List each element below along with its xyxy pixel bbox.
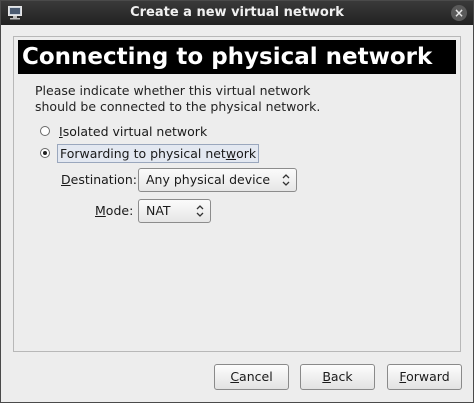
wizard-page: Connecting to physical network Please in… bbox=[13, 36, 461, 352]
dialog-window: Create a new virtual network × Connectin… bbox=[0, 0, 474, 403]
title-bar[interactable]: Create a new virtual network × bbox=[1, 1, 473, 25]
mode-value: NAT bbox=[146, 203, 171, 218]
description-line-2: should be connected to the physical netw… bbox=[35, 99, 321, 114]
page-banner: Connecting to physical network bbox=[18, 40, 456, 74]
up-down-arrows-icon bbox=[196, 205, 204, 217]
radio-isolated-indicator[interactable] bbox=[40, 126, 50, 136]
page-description: Please indicate whether this virtual net… bbox=[35, 83, 445, 115]
description-line-1: Please indicate whether this virtual net… bbox=[35, 83, 311, 98]
radio-isolated-label[interactable]: Isolated virtual network bbox=[57, 123, 209, 140]
destination-value: Any physical device bbox=[146, 172, 271, 187]
radio-forwarding[interactable]: Forwarding to physical network bbox=[40, 143, 260, 163]
cancel-button[interactable]: Cancel bbox=[214, 364, 289, 390]
radio-forwarding-indicator[interactable] bbox=[40, 148, 50, 158]
window-title: Create a new virtual network bbox=[130, 5, 344, 20]
destination-combo[interactable]: Any physical device bbox=[138, 168, 297, 192]
up-down-arrows-icon bbox=[282, 174, 290, 186]
forward-button[interactable]: Forward bbox=[387, 364, 462, 390]
mode-combo[interactable]: NAT bbox=[138, 199, 211, 223]
network-monitor-icon bbox=[7, 5, 23, 21]
radio-isolated[interactable]: Isolated virtual network bbox=[40, 121, 209, 141]
mode-label: Mode: bbox=[95, 203, 134, 218]
close-icon[interactable]: × bbox=[451, 5, 467, 21]
destination-label: Destination: bbox=[61, 172, 137, 187]
radio-forwarding-label[interactable]: Forwarding to physical network bbox=[57, 143, 260, 163]
back-button[interactable]: Back bbox=[300, 364, 375, 390]
